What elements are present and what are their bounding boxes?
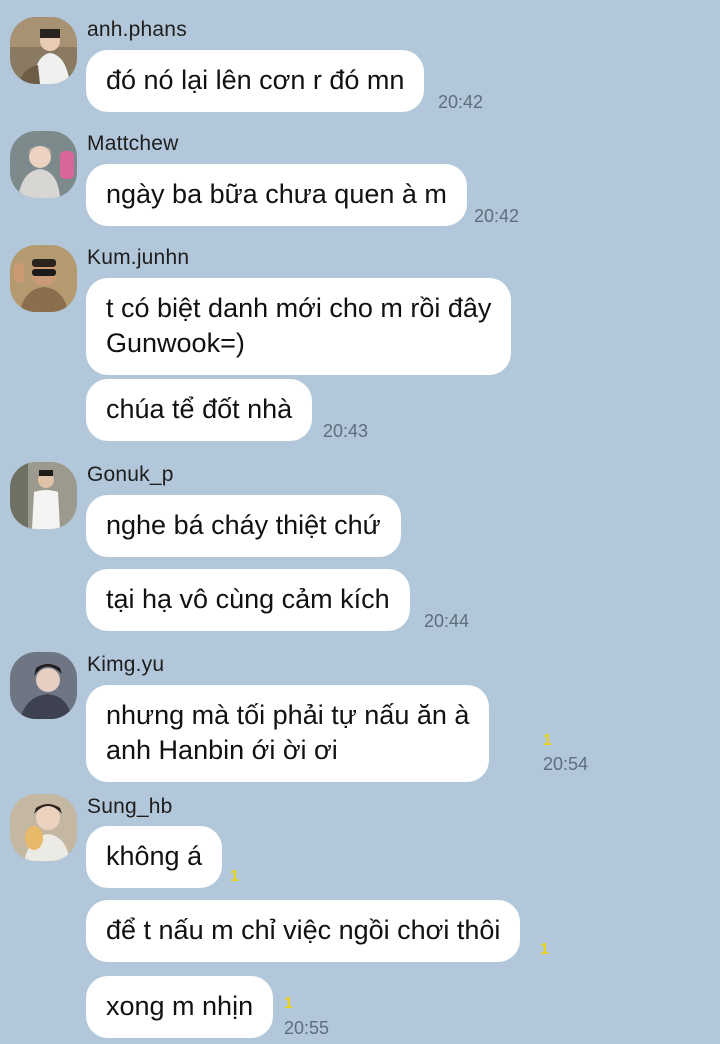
message-bubble-multiline[interactable]: t có biệt danh mới cho m rồi đây Gunwook… <box>86 278 512 375</box>
avatar[interactable] <box>10 17 77 84</box>
message-line: anh Hanbin ới ời ơi <box>106 735 338 765</box>
sender-name: anh.phans <box>87 18 187 41</box>
message-bubble[interactable]: để t nấu m chỉ việc ngồi chơi thôi <box>86 900 521 962</box>
message-time: 20:42 <box>474 206 520 226</box>
message-bubble[interactable]: chúa tể đốt nhà <box>86 379 313 441</box>
message-time: 20:54 <box>543 754 589 774</box>
message-bubble[interactable]: đó nó lại lên cơn r đó mn <box>86 50 425 112</box>
message-bubble[interactable]: không á <box>86 826 223 888</box>
message-line: nhưng mà tối phải tự nấu ăn à <box>106 700 470 730</box>
user-avatar-icon <box>10 462 77 529</box>
message-bubble-multiline[interactable]: nhưng mà tối phải tự nấu ăn à anh Hanbin… <box>86 685 490 782</box>
message-time: 20:43 <box>323 421 369 441</box>
avatar[interactable] <box>10 794 77 861</box>
avatar[interactable] <box>10 245 77 312</box>
message-line: Gunwook=) <box>106 328 245 358</box>
user-avatar-icon <box>10 652 77 719</box>
sender-name: Gonuk_p <box>87 463 174 486</box>
avatar[interactable] <box>10 652 77 719</box>
message-time: 20:42 <box>438 92 484 112</box>
unread-count: 1 <box>230 868 239 885</box>
sender-name: Mattchew <box>87 132 179 155</box>
user-avatar-icon <box>10 245 77 312</box>
user-avatar-icon <box>10 17 77 84</box>
message-line: t có biệt danh mới cho m rồi đây <box>106 293 492 323</box>
message-bubble[interactable]: tại hạ vô cùng cảm kích <box>86 569 410 631</box>
unread-count: 1 <box>543 732 552 749</box>
unread-count: 1 <box>284 995 293 1012</box>
message-time: 20:44 <box>424 611 470 631</box>
sender-name: Sung_hb <box>87 795 173 818</box>
sender-name: Kimg.yu <box>87 653 165 676</box>
message-bubble[interactable]: nghe bá cháy thiệt chứ <box>86 495 401 557</box>
avatar[interactable] <box>10 131 77 198</box>
user-avatar-icon <box>10 794 77 861</box>
message-time: 20:55 <box>284 1018 330 1038</box>
user-avatar-icon <box>10 131 77 198</box>
unread-count: 1 <box>540 941 549 958</box>
avatar[interactable] <box>10 462 77 529</box>
message-bubble[interactable]: xong m nhịn <box>86 976 274 1038</box>
message-bubble[interactable]: ngày ba bữa chưa quen à m <box>86 164 467 226</box>
sender-name: Kum.junhn <box>87 246 190 269</box>
